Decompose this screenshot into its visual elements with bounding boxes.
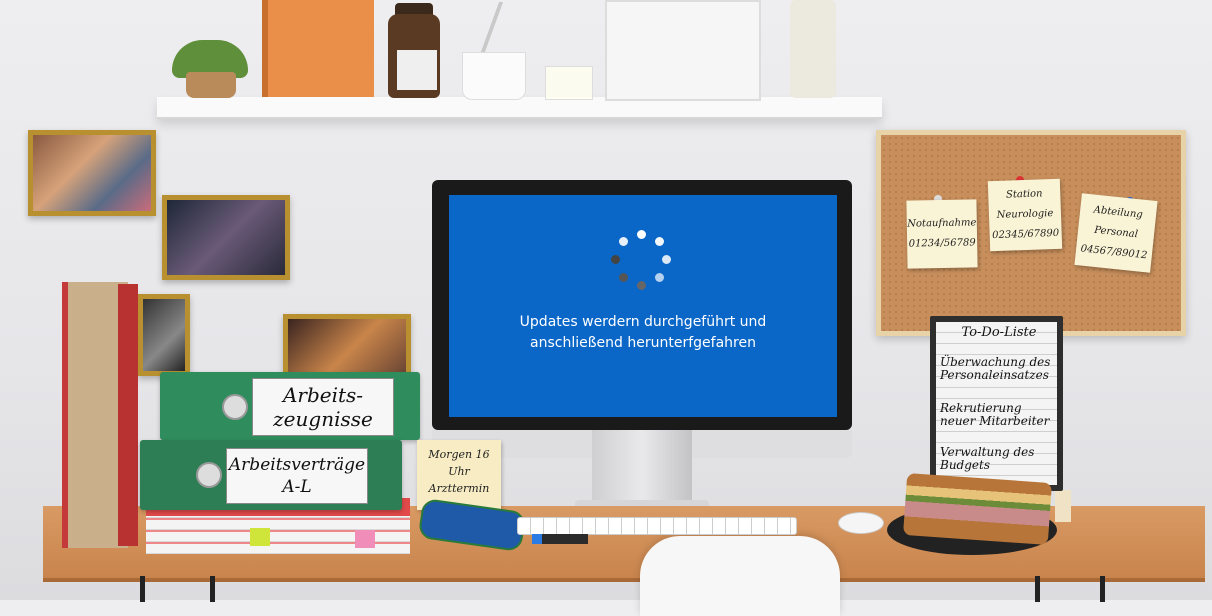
sticky-tab: [250, 528, 270, 546]
sticky-tab: [355, 530, 375, 548]
todo-item[interactable]: Rekrutierung neuer Mitarbeiter: [940, 402, 1058, 428]
binder-ring-icon: [222, 394, 248, 420]
binder-label-line: Arbeits-: [282, 383, 364, 407]
usb-stick: [532, 534, 588, 544]
note-line: Station: [1005, 188, 1043, 201]
todo-board: To-Do-Liste Überwachung des Personaleins…: [930, 316, 1063, 491]
chair: [640, 536, 840, 616]
binder-contracts[interactable]: Arbeitsverträge A-L: [140, 440, 402, 510]
screen[interactable]: [449, 195, 837, 417]
plant-pot: [186, 72, 236, 98]
binder-label: Arbeitsverträge A-L: [226, 448, 368, 504]
binder-certificates[interactable]: Arbeits- zeugnisse: [160, 372, 420, 440]
binder-label-line: zeugnisse: [273, 407, 373, 431]
desk-leg: [1100, 576, 1105, 602]
note-line: 02345/67890: [992, 227, 1060, 242]
todo-item-line: neuer Mitarbeiter: [940, 414, 1050, 428]
status-line: Updates werdern durchgeführt und: [519, 314, 767, 330]
white-frame: [605, 0, 761, 101]
photo-frame-party: [162, 195, 290, 280]
update-status-text: Updates werdern durchgeführt und anschli…: [449, 312, 837, 354]
keyboard[interactable]: [517, 517, 797, 535]
note-line: Neurologie: [996, 208, 1054, 221]
note-line: 01234/56789: [908, 237, 976, 250]
note-line: Notaufnahme: [907, 217, 977, 230]
status-line: anschließend herunterfgefahren: [530, 335, 756, 351]
photo-frame-group: [28, 130, 156, 216]
binder-label: Arbeits- zeugnisse: [252, 378, 394, 436]
sandwich: [903, 473, 1052, 545]
desk-leg: [1035, 576, 1040, 602]
desk-leg: [140, 576, 145, 602]
binder-label-line: A-L: [282, 477, 312, 497]
brushes: [480, 2, 564, 52]
mug: [462, 52, 526, 100]
note-line: Arzttermin: [428, 482, 490, 495]
jar-label: [397, 50, 437, 90]
todo-item-line: Personaleinsatzes: [940, 368, 1049, 382]
candle-glass: [545, 66, 593, 100]
todo-item[interactable]: Überwachung des Personaleinsatzes: [940, 356, 1058, 382]
binder-label-line: Arbeitsverträge: [228, 455, 366, 475]
binder-ring-icon: [196, 462, 222, 488]
note-emergency[interactable]: Notaufnahme 01234/56789: [906, 199, 978, 269]
todo-item[interactable]: Verwaltung des Budgets: [940, 446, 1058, 472]
board-stand: [1055, 490, 1071, 522]
desk-leg: [210, 576, 215, 602]
note-line: Morgen 16: [428, 448, 490, 461]
note-personnel[interactable]: Abteilung Personal 04567/89012: [1074, 193, 1158, 273]
todo-paper: To-Do-Liste Überwachung des Personaleins…: [936, 322, 1057, 485]
todo-title: To-Do-Liste: [961, 325, 1037, 340]
monitor-stand: [592, 430, 692, 504]
red-folder: [118, 284, 138, 546]
orange-book: [262, 0, 374, 97]
photo-frame-portrait: [138, 294, 190, 376]
note-line: Uhr: [448, 465, 470, 478]
mouse[interactable]: [838, 512, 884, 534]
note-neurology[interactable]: Station Neurologie 02345/67890: [987, 178, 1063, 252]
todo-item-line: Budgets: [940, 458, 990, 472]
wall-shelf: [157, 97, 882, 119]
vase: [790, 0, 836, 98]
loading-spinner-icon: [611, 230, 671, 290]
